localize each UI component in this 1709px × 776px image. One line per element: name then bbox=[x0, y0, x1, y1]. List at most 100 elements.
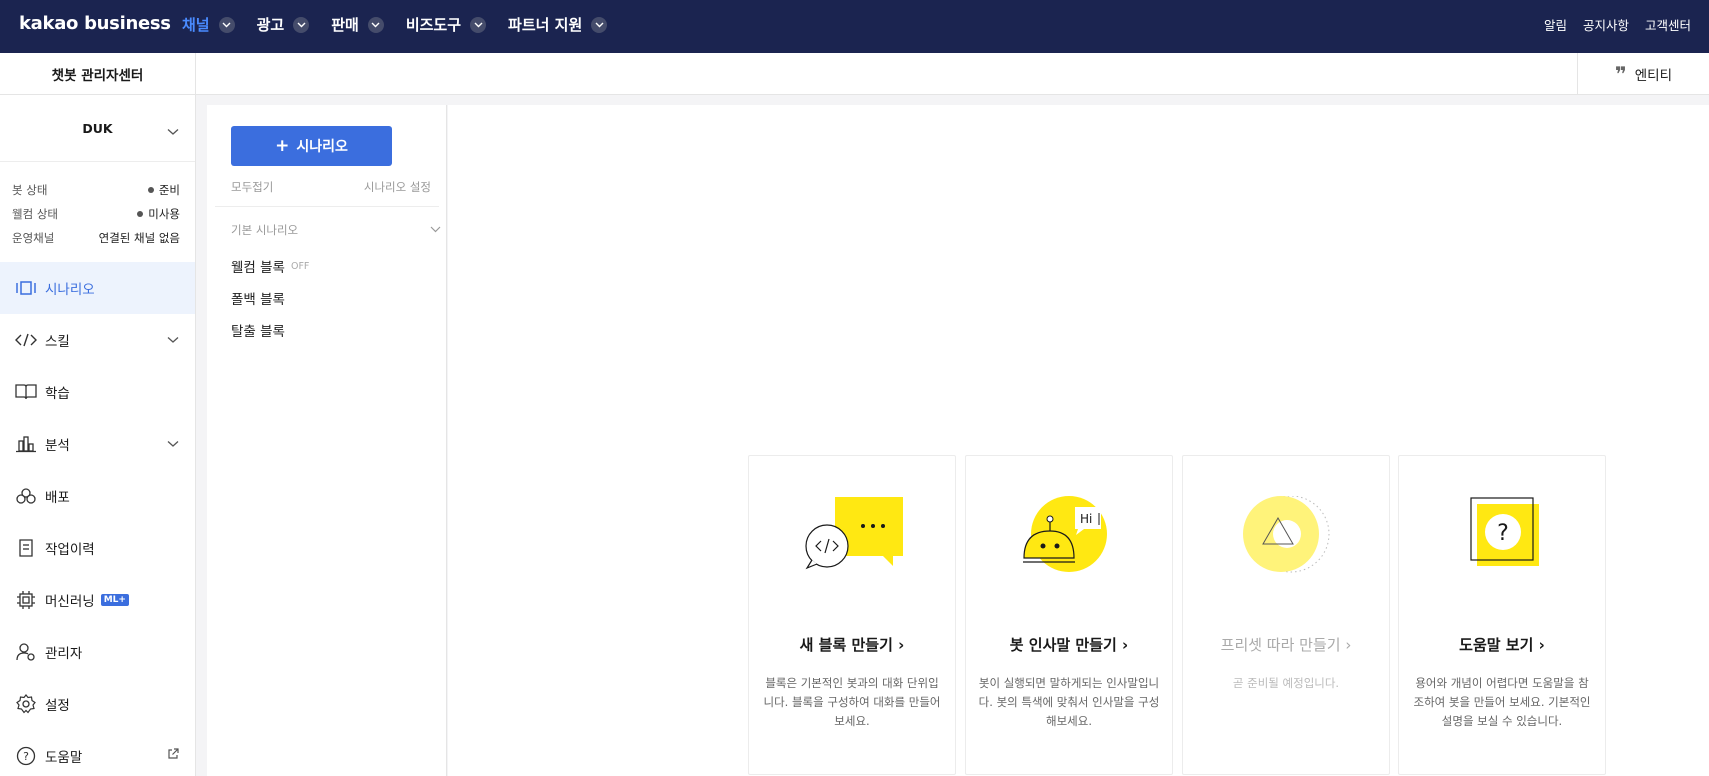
sidebar-item-settings[interactable]: 설정 bbox=[0, 678, 195, 730]
sidebar-item-skill[interactable]: 스킬 bbox=[0, 314, 195, 366]
divider bbox=[215, 206, 439, 207]
bot-greeting-card[interactable]: Hi 봇 인사말 만들기 › 봇이 실행되면 말하게되는 인사말입니다. 봇의 … bbox=[965, 455, 1173, 775]
menu-label: 비즈도구 bbox=[405, 16, 462, 34]
book-icon bbox=[14, 380, 38, 404]
menu-channel[interactable]: 채널 bbox=[182, 14, 235, 35]
bar-chart-icon bbox=[14, 432, 38, 456]
card-title: 도움말 보기 › bbox=[1399, 634, 1605, 655]
notifications-link[interactable]: 알림 bbox=[1544, 15, 1567, 34]
bot-name: DUK bbox=[82, 120, 113, 136]
deploy-icon bbox=[14, 484, 38, 508]
menu-sales[interactable]: 판매 bbox=[331, 14, 384, 35]
plus-icon: + bbox=[275, 136, 290, 156]
scenario-block-welcome[interactable]: 웰컴 블록 OFF bbox=[231, 256, 309, 276]
scenario-settings-link[interactable]: 시나리오 설정 bbox=[364, 179, 431, 195]
sidebar-item-label: 학습 bbox=[45, 386, 70, 402]
status-value-text: 연결된 채널 없음 bbox=[98, 231, 180, 245]
chevron-down-icon bbox=[470, 16, 487, 33]
sidebar-item-machine-learning[interactable]: 머신러닝 ML+ bbox=[0, 574, 195, 626]
chevron-down-icon bbox=[167, 332, 179, 348]
scenario-group-label: 기본 시나리오 bbox=[231, 223, 299, 237]
new-block-illustration bbox=[749, 496, 955, 596]
chevron-down-icon bbox=[367, 16, 384, 33]
sidebar-item-analytics[interactable]: 분석 bbox=[0, 418, 195, 470]
sidebar-item-deploy[interactable]: 배포 bbox=[0, 470, 195, 522]
scenario-panel: + 시나리오 모두접기 시나리오 설정 기본 시나리오 웰컴 블록 OFF 폴백… bbox=[207, 105, 447, 776]
menu-label: 광고 bbox=[256, 16, 285, 34]
card-title: 프리셋 따라 만들기 › bbox=[1183, 634, 1389, 655]
card-title-text: 프리셋 따라 만들기 bbox=[1220, 636, 1341, 654]
chevron-right-icon: › bbox=[1122, 636, 1129, 654]
menu-partner-support[interactable]: 파트너 지원 bbox=[508, 14, 608, 35]
help-illustration: ? bbox=[1399, 496, 1605, 596]
sidebar-item-label: 스킬 bbox=[45, 334, 70, 350]
sidebar-item-learning[interactable]: 학습 bbox=[0, 366, 195, 418]
scenario-block-exit[interactable]: 탈출 블록 bbox=[231, 320, 285, 340]
top-navigation: kakao business 채널 광고 판매 비즈도구 파트너 지원 알림 공… bbox=[0, 0, 1709, 53]
ml-plus-badge: ML+ bbox=[100, 594, 129, 606]
sidebar-item-label: 분석 bbox=[45, 438, 70, 454]
chevron-down-icon bbox=[167, 436, 179, 452]
main-content: 새 블록 만들기 › 블록은 기본적인 봇과의 대화 단위입니다. 블록을 구성… bbox=[448, 105, 1709, 776]
collapse-all-link[interactable]: 모두접기 bbox=[231, 179, 273, 195]
status-value-text: 미사용 bbox=[148, 207, 180, 221]
sidebar: DUK 봇 상태 준비 웰컴 상태 미사용 운영채널 연결된 채널 없음 시나리… bbox=[0, 95, 196, 776]
card-description: 곧 준비될 예정입니다. bbox=[1232, 676, 1340, 690]
card-description: 봇이 실행되면 말하게되는 인사말입니다. 봇의 특색에 맞춰서 인사말을 구성… bbox=[978, 676, 1160, 728]
bot-selector[interactable]: DUK bbox=[0, 95, 195, 162]
card-description: 블록은 기본적인 봇과의 대화 단위입니다. 블록을 구성하여 대화를 만들어보… bbox=[763, 676, 941, 728]
block-label: 탈출 블록 bbox=[231, 324, 285, 340]
status-value: 연결된 채널 없음 bbox=[99, 230, 180, 246]
notices-link[interactable]: 공지사항 bbox=[1583, 15, 1629, 34]
add-scenario-label: 시나리오 bbox=[296, 139, 348, 155]
chevron-down-icon bbox=[591, 16, 608, 33]
help-icon: ? bbox=[14, 744, 38, 768]
sidebar-item-label: 도움말 bbox=[45, 750, 83, 766]
page-title: 챗봇 관리자센터 bbox=[0, 53, 196, 95]
help-card[interactable]: ? 도움말 보기 › 용어와 개념이 어렵다면 도움말을 참조하여 봇을 만들어… bbox=[1398, 455, 1606, 775]
kakao-business-logo[interactable]: kakao business bbox=[19, 13, 171, 34]
sidebar-item-admin[interactable]: 관리자 bbox=[0, 626, 195, 678]
chevron-right-icon: › bbox=[1538, 636, 1545, 654]
card-title: 봇 인사말 만들기 › bbox=[966, 634, 1172, 655]
status-label: 웰컴 상태 bbox=[12, 207, 58, 221]
menu-label: 판매 bbox=[331, 16, 359, 34]
code-icon bbox=[14, 328, 38, 352]
sidebar-item-help[interactable]: ? 도움말 bbox=[0, 730, 195, 776]
scenario-block-fallback[interactable]: 폴백 블록 bbox=[231, 288, 285, 308]
entity-button[interactable]: ❞ 엔티티 bbox=[1577, 53, 1709, 95]
new-block-card[interactable]: 새 블록 만들기 › 블록은 기본적인 봇과의 대화 단위입니다. 블록을 구성… bbox=[748, 455, 956, 775]
status-dot-icon bbox=[137, 211, 144, 217]
sidebar-item-label: 머신러닝 bbox=[45, 594, 95, 610]
status-label: 봇 상태 bbox=[12, 183, 48, 197]
preset-illustration bbox=[1183, 495, 1389, 596]
top-menu: 채널 광고 판매 비즈도구 파트너 지원 bbox=[182, 14, 629, 35]
admin-icon bbox=[14, 640, 38, 664]
sidebar-item-history[interactable]: 작업이력 bbox=[0, 522, 195, 574]
scenario-group-header[interactable]: 기본 시나리오 bbox=[231, 222, 441, 238]
external-link-icon bbox=[167, 748, 179, 764]
bot-greeting-illustration: Hi bbox=[966, 496, 1172, 596]
card-title-text: 봇 인사말 만들기 bbox=[1009, 636, 1117, 654]
sidebar-item-label: 관리자 bbox=[45, 646, 83, 662]
preset-card: 프리셋 따라 만들기 › 곧 준비될 예정입니다. bbox=[1182, 455, 1390, 775]
sidebar-item-scenario[interactable]: 시나리오 bbox=[0, 262, 195, 314]
card-title: 새 블록 만들기 › bbox=[749, 634, 955, 655]
chevron-right-icon: › bbox=[1345, 636, 1352, 654]
menu-ads[interactable]: 광고 bbox=[257, 14, 310, 35]
card-title-text: 도움말 보기 bbox=[1459, 636, 1534, 654]
sidebar-item-label: 설정 bbox=[45, 698, 70, 714]
customer-center-link[interactable]: 고객센터 bbox=[1645, 15, 1691, 34]
status-value: 미사용 bbox=[137, 206, 180, 222]
entity-label: 엔티티 bbox=[1634, 68, 1672, 84]
sidebar-item-label: 시나리오 bbox=[45, 282, 95, 298]
status-value-text: 준비 bbox=[158, 183, 180, 197]
bot-status-panel: 봇 상태 준비 웰컴 상태 미사용 운영채널 연결된 채널 없음 bbox=[12, 178, 180, 250]
sub-header: 챗봇 관리자센터 ❞ 엔티티 bbox=[0, 53, 1709, 95]
menu-biz-tools[interactable]: 비즈도구 bbox=[405, 14, 487, 35]
menu-label: 파트너 지원 bbox=[508, 16, 583, 34]
question-mark: ? bbox=[1497, 521, 1509, 546]
menu-label: 채널 bbox=[182, 16, 210, 34]
add-scenario-button[interactable]: + 시나리오 bbox=[231, 126, 392, 166]
card-title-text: 새 블록 만들기 bbox=[799, 636, 893, 654]
